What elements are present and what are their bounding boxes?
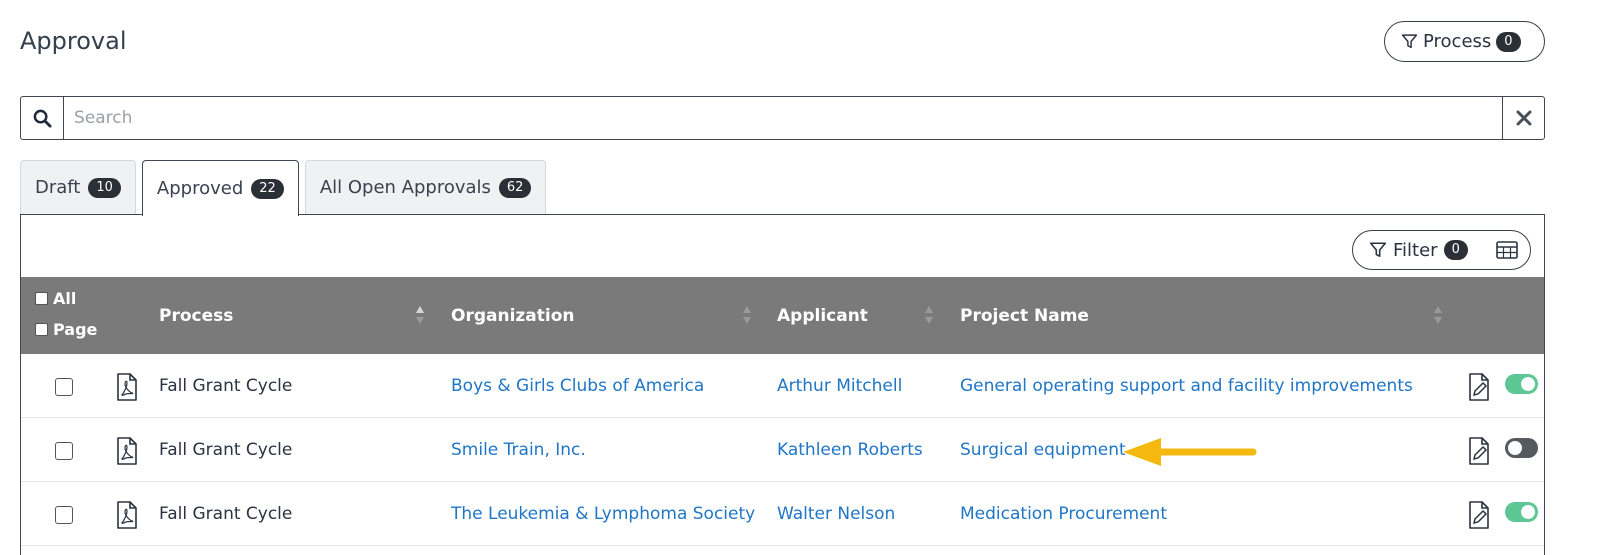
- tab-approved[interactable]: Approved 22: [141, 160, 299, 216]
- row-checkbox[interactable]: [55, 506, 73, 524]
- tab-count-badge: 10: [88, 177, 121, 198]
- table-row: Fall Grant Cycle Boys & Girls Clubs of A…: [21, 354, 1544, 418]
- column-header-process[interactable]: Process: [159, 306, 233, 326]
- table-filter-button[interactable]: Filter 0: [1352, 230, 1531, 270]
- sort-icon[interactable]: [415, 304, 425, 326]
- checkbox-box[interactable]: [35, 323, 48, 336]
- table-row: Fall Grant Cycle The Leukemia & Lymphoma…: [21, 482, 1544, 546]
- edit-document-icon[interactable]: [1468, 373, 1490, 401]
- process-cell: Fall Grant Cycle: [159, 504, 293, 524]
- approval-tabs: Draft 10 Approved 22 All Open Approvals …: [20, 160, 547, 216]
- approvals-panel: Filter 0 All Page Process Organization A…: [20, 214, 1545, 555]
- filter-label: Filter: [1393, 239, 1438, 261]
- funnel-icon: [1369, 242, 1387, 257]
- select-all-checkbox[interactable]: All: [35, 289, 76, 308]
- funnel-icon: [1401, 34, 1418, 49]
- project-name-link[interactable]: Medication Procurement: [960, 504, 1167, 524]
- pdf-icon[interactable]: [116, 501, 138, 529]
- column-layout-button[interactable]: [1496, 241, 1518, 259]
- toggle-knob: [1521, 377, 1535, 391]
- sort-icon[interactable]: [742, 304, 752, 326]
- sort-icon[interactable]: [1433, 304, 1443, 326]
- select-page-label: Page: [53, 320, 98, 339]
- filter-count: 0: [1443, 240, 1468, 260]
- select-all-label: All: [53, 289, 77, 308]
- applicant-link[interactable]: Kathleen Roberts: [777, 440, 923, 460]
- toggle-knob: [1508, 441, 1522, 455]
- row-checkbox[interactable]: [55, 442, 73, 460]
- search-bar: [20, 96, 1545, 140]
- process-cell: Fall Grant Cycle: [159, 376, 293, 396]
- enabled-toggle[interactable]: [1505, 502, 1538, 522]
- table-header: All Page Process Organization Applicant …: [21, 277, 1544, 354]
- page-title: Approval: [20, 27, 127, 55]
- project-name-link[interactable]: Surgical equipment: [960, 440, 1126, 460]
- clear-search-button[interactable]: [1502, 97, 1544, 139]
- edit-document-icon[interactable]: [1468, 501, 1490, 529]
- process-filter-label: Process: [1423, 31, 1492, 52]
- grid-icon: [1496, 241, 1518, 259]
- enabled-toggle[interactable]: [1505, 438, 1538, 458]
- organization-link[interactable]: Smile Train, Inc.: [451, 440, 586, 460]
- process-cell: Fall Grant Cycle: [159, 440, 293, 460]
- column-header-applicant[interactable]: Applicant: [777, 306, 868, 326]
- column-header-organization[interactable]: Organization: [451, 306, 575, 326]
- enabled-toggle[interactable]: [1505, 374, 1538, 394]
- applicant-link[interactable]: Arthur Mitchell: [777, 376, 902, 396]
- tab-label: All Open Approvals: [319, 177, 491, 198]
- column-header-project-name[interactable]: Project Name: [960, 306, 1089, 326]
- project-name-link[interactable]: General operating support and facility i…: [960, 376, 1413, 396]
- search-button[interactable]: [21, 97, 64, 139]
- table-row: Fall Grant Cycle Smile Train, Inc. Kathl…: [21, 418, 1544, 482]
- search-icon: [33, 109, 52, 128]
- search-input[interactable]: [64, 97, 1502, 139]
- tab-count-badge: 22: [251, 178, 284, 199]
- tab-label: Draft: [35, 177, 81, 198]
- arrow-annotation: [1123, 438, 1257, 466]
- select-page-checkbox[interactable]: Page: [35, 320, 97, 339]
- edit-document-icon[interactable]: [1468, 437, 1490, 465]
- tab-draft[interactable]: Draft 10: [20, 160, 136, 214]
- applicant-link[interactable]: Walter Nelson: [777, 504, 895, 524]
- tab-label: Approved: [156, 178, 244, 199]
- tab-all-open-approvals[interactable]: All Open Approvals 62: [304, 160, 547, 214]
- checkbox-box[interactable]: [35, 292, 48, 305]
- sort-icon[interactable]: [924, 304, 934, 326]
- organization-link[interactable]: Boys & Girls Clubs of America: [451, 376, 704, 396]
- process-filter-count: 0: [1496, 31, 1521, 52]
- pdf-icon[interactable]: [116, 437, 138, 465]
- pdf-icon[interactable]: [116, 373, 138, 401]
- toggle-knob: [1521, 505, 1535, 519]
- row-checkbox[interactable]: [55, 378, 73, 396]
- organization-link[interactable]: The Leukemia & Lymphoma Society: [451, 504, 755, 524]
- tab-count-badge: 62: [498, 177, 532, 198]
- process-filter-button[interactable]: Process 0: [1384, 21, 1545, 62]
- close-icon: [1516, 110, 1531, 126]
